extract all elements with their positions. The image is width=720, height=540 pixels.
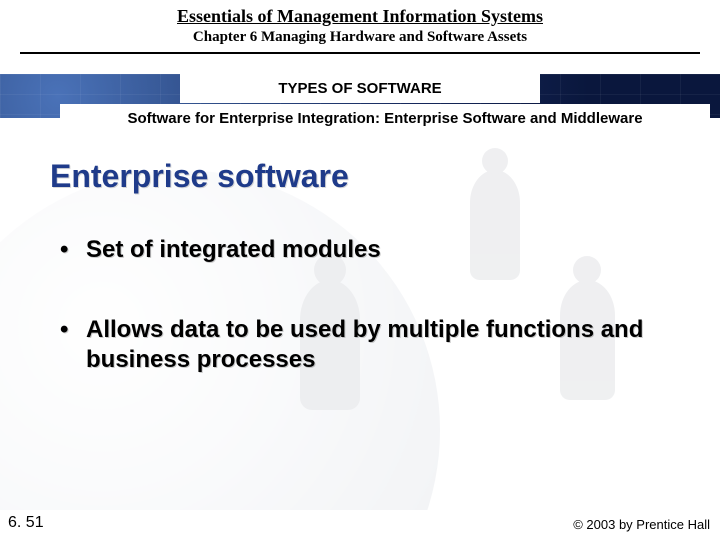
slide-header: Essentials of Management Information Sys… <box>0 0 720 54</box>
subsection-title: Software for Enterprise Integration: Ent… <box>60 104 710 133</box>
copyright-text: © 2003 by Prentice Hall <box>573 517 710 532</box>
bullet-item: Allows data to be used by multiple funct… <box>60 315 670 375</box>
book-title: Essentials of Management Information Sys… <box>0 6 720 27</box>
section-title: TYPES OF SOFTWARE <box>180 74 540 103</box>
bullet-list: Set of integrated modules Allows data to… <box>60 235 670 425</box>
bullet-item: Set of integrated modules <box>60 235 670 265</box>
slide-content: Enterprise software Set of integrated mo… <box>0 140 720 500</box>
slide-number: 6. 51 <box>8 514 44 532</box>
header-divider <box>20 52 700 54</box>
chapter-line: Chapter 6 Managing Hardware and Software… <box>0 29 720 46</box>
slide-heading: Enterprise software <box>50 158 349 195</box>
